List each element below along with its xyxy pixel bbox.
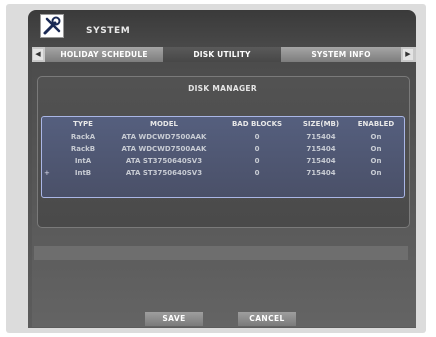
cell-type: IntB [74,169,92,177]
tab-holiday-schedule[interactable]: HOLIDAY SCHEDULE [45,47,163,62]
cell-size: 715404 [306,133,336,141]
column-header-enabled: ENABLED [357,120,395,128]
tab-scroll-right-icon[interactable]: ▶ [403,49,413,60]
cell-type: IntA [74,157,92,165]
column-header-size: SIZE(MB) [302,120,340,128]
status-bar [34,246,408,260]
cell-size: 715404 [306,169,336,177]
cell-bad-blocks: 0 [254,157,260,165]
cell-enabled[interactable]: On [350,131,402,143]
column-header-type: TYPE [73,120,93,128]
tools-icon-graphic [43,16,61,35]
save-button[interactable]: SAVE [145,312,203,326]
row-marker: + [44,169,50,177]
cell-bad-blocks: 0 [254,169,260,177]
cell-type: RackA [70,133,96,141]
cell-model: ATA ST3750640SV3 [125,157,203,165]
cell-model: ATA WDCWD7500AAK [121,145,207,153]
window-title: SYSTEM [86,26,131,36]
tools-icon [40,14,64,38]
cell-bad-blocks: 0 [254,145,260,153]
cell-bad-blocks: 0 [254,133,260,141]
cell-type: RackB [70,145,96,153]
cell-size: 715404 [306,157,336,165]
cancel-button[interactable]: CANCEL [238,312,296,326]
cell-enabled[interactable]: On [350,167,402,179]
column-header-model: MODEL [150,120,178,128]
cell-model: ATA ST3750640SV3 [125,169,203,177]
column-header-bad-blocks: BAD BLOCKS [231,120,283,128]
cell-enabled[interactable]: On [350,155,402,167]
disk-manager-title: DISK MANAGER [188,84,257,93]
tab-scroll-left-icon[interactable]: ◀ [33,49,43,60]
tab-system-info[interactable]: SYSTEM INFO [281,47,401,62]
cell-size: 715404 [306,145,336,153]
tab-disk-utility[interactable]: DISK UTILITY [163,47,281,62]
cell-enabled[interactable]: On [350,143,402,155]
cell-model: ATA WDCWD7500AAK [121,133,207,141]
